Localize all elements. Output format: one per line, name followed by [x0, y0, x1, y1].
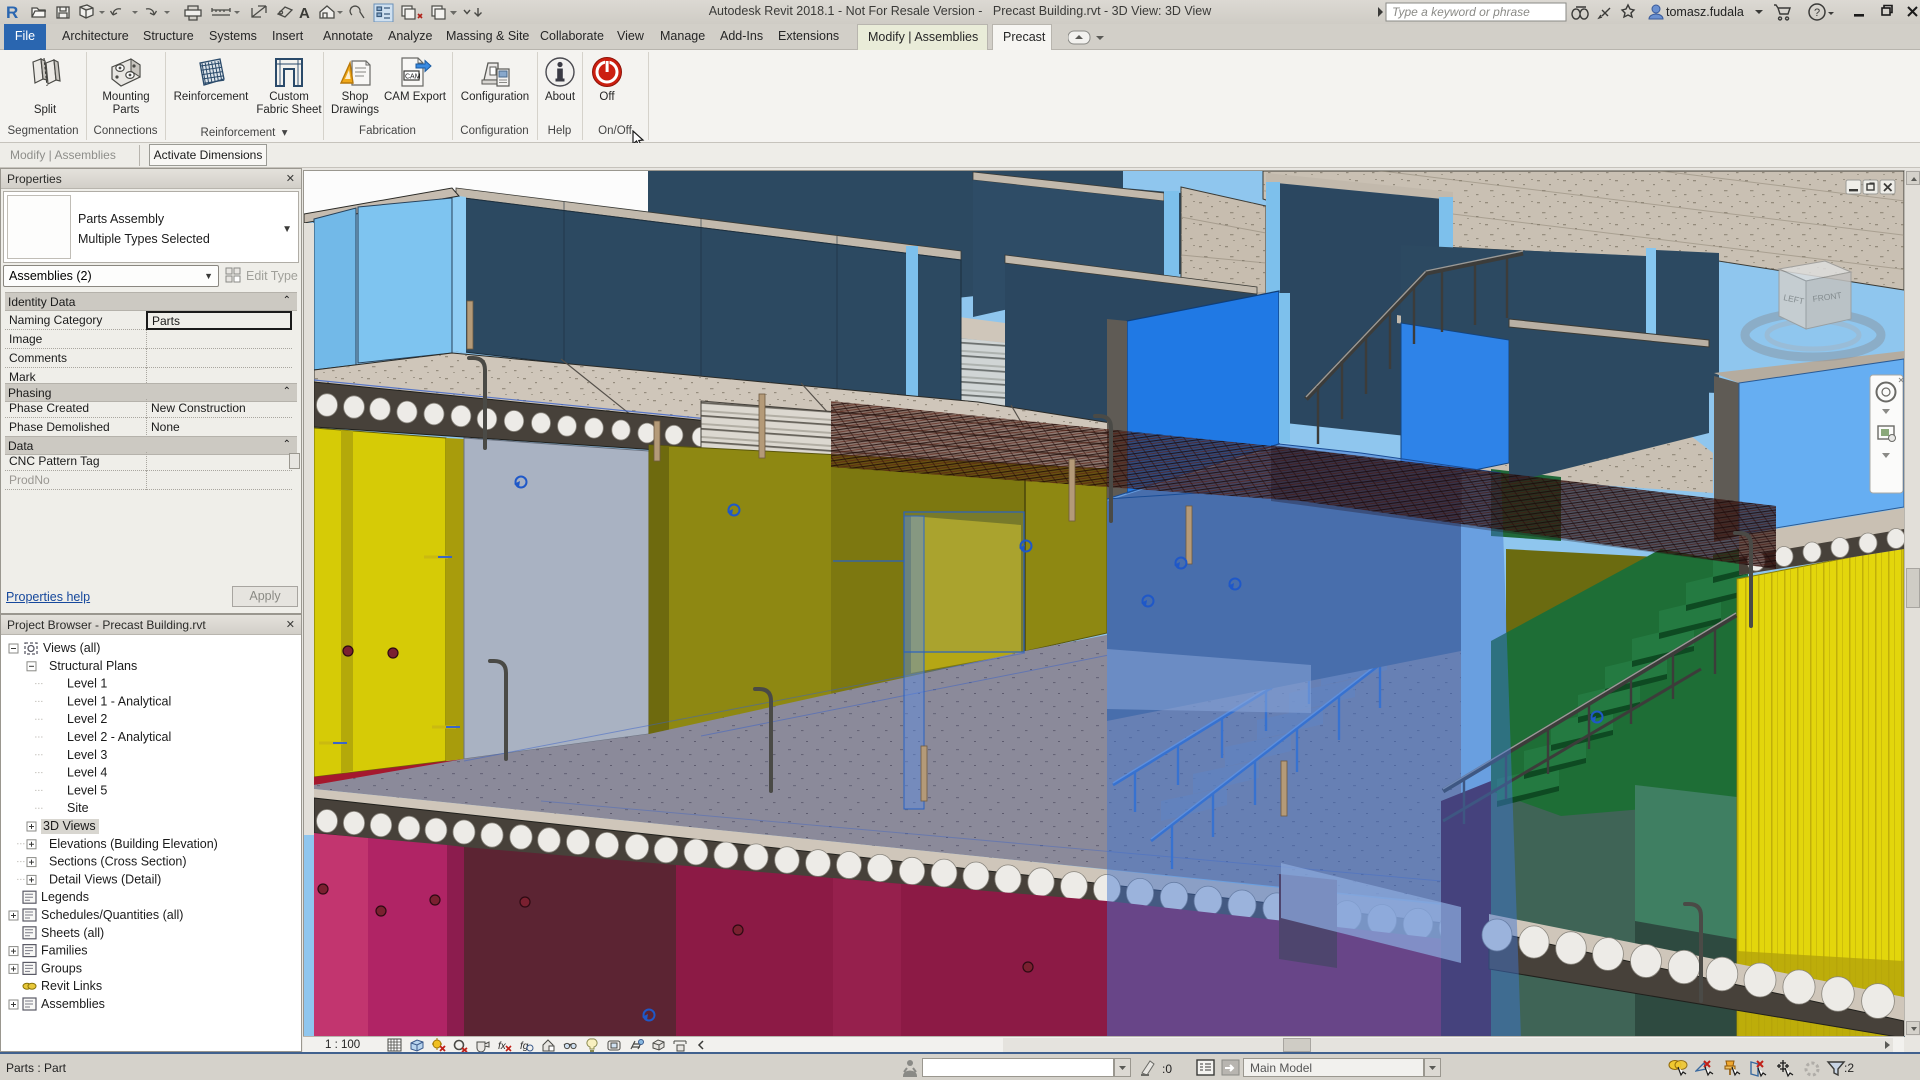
svg-text:?: ? — [1814, 7, 1820, 19]
svg-text::0: :0 — [1162, 1062, 1172, 1076]
svg-text:Level 5: Level 5 — [67, 783, 107, 797]
svg-text:Assemblies: Assemblies — [41, 997, 105, 1011]
svg-text:Level 2: Level 2 — [67, 712, 107, 726]
svg-text:Detail Views (Detail): Detail Views (Detail) — [49, 872, 161, 886]
svg-text:Families: Families — [41, 944, 88, 958]
svg-text:Sections (Cross Section): Sections (Cross Section) — [49, 855, 187, 869]
svg-text:Elevations (Building Elevation: Elevations (Building Elevation) — [49, 837, 218, 851]
svg-text:tomasz.fudala: tomasz.fudala — [1666, 5, 1744, 19]
svg-text:Views (all): Views (all) — [43, 641, 100, 655]
svg-text:Type a keyword or phrase: Type a keyword or phrase — [1392, 5, 1530, 19]
svg-text:Sheets (all): Sheets (all) — [41, 926, 104, 940]
svg-text:fx: fx — [498, 1041, 507, 1052]
svg-text:Revit Links: Revit Links — [41, 979, 102, 993]
svg-text:Level 1 - Analytical: Level 1 - Analytical — [67, 694, 171, 708]
svg-text:Level 3: Level 3 — [67, 748, 107, 762]
svg-text:Groups: Groups — [41, 961, 82, 975]
svg-text:Legends: Legends — [41, 890, 89, 904]
svg-text:Structural Plans: Structural Plans — [49, 659, 137, 673]
svg-text:3D Views: 3D Views — [43, 819, 96, 833]
svg-text:Site: Site — [67, 801, 89, 815]
svg-text:CAM: CAM — [405, 74, 421, 81]
svg-text:Schedules/Quantities (all): Schedules/Quantities (all) — [41, 908, 183, 922]
svg-text:Level 4: Level 4 — [67, 766, 107, 780]
svg-text:Level 1: Level 1 — [67, 677, 107, 691]
svg-text:Level 2 - Analytical: Level 2 - Analytical — [67, 730, 171, 744]
